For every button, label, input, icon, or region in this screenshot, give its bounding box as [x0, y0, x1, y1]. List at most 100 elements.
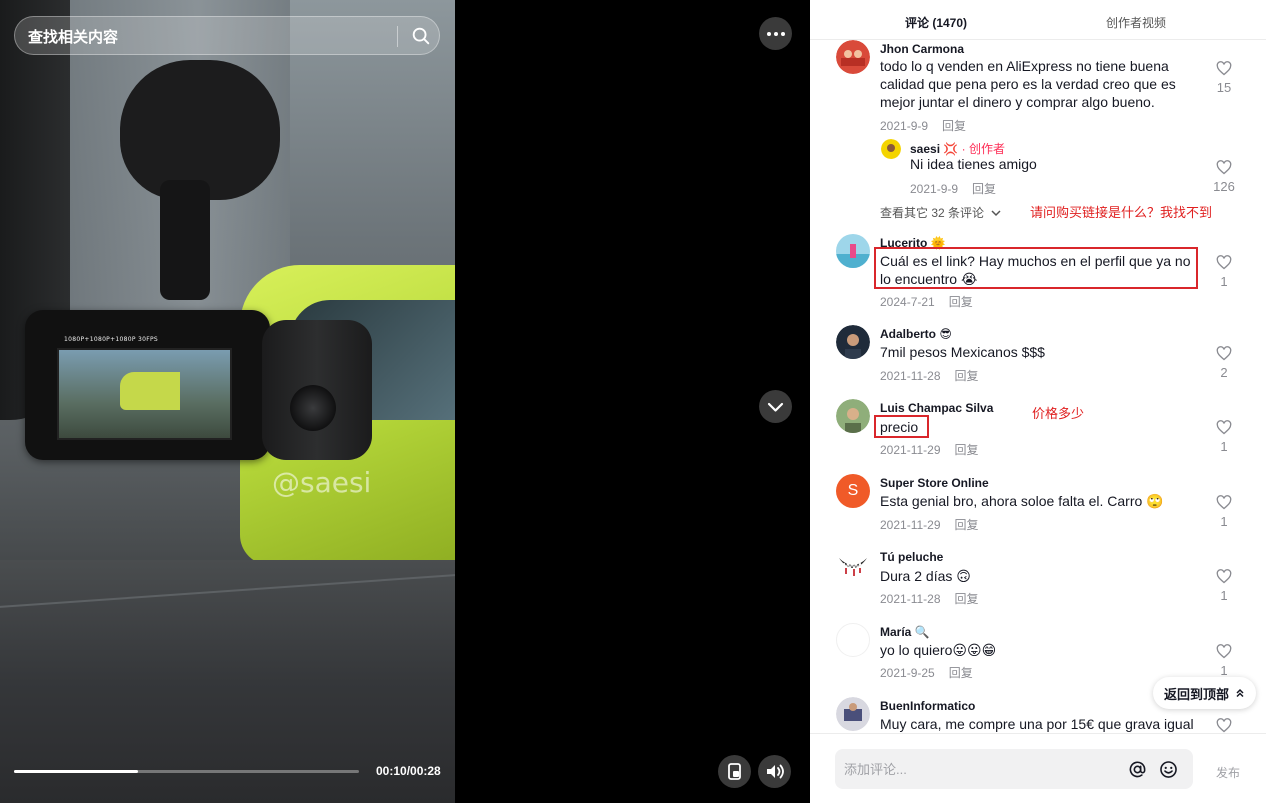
tab-comments[interactable]: 评论 (1470): [905, 14, 967, 31]
heart-icon: [1216, 644, 1232, 659]
like-button[interactable]: 1: [1209, 495, 1239, 529]
search-icon[interactable]: [410, 25, 432, 47]
comment-meta: 2021-11-28 回复: [880, 367, 979, 384]
reply-button[interactable]: 回复: [949, 666, 973, 680]
reply-button[interactable]: 回复: [955, 369, 979, 383]
reply-button[interactable]: 回复: [955, 443, 979, 457]
comment-author[interactable]: BuenInformatico: [880, 699, 975, 713]
video-suction-mount: [120, 60, 280, 200]
comment-date: 2021-9-9: [880, 119, 929, 133]
back-to-top-button[interactable]: 返回到顶部: [1153, 677, 1256, 709]
comment-author[interactable]: Adalberto 😎: [880, 327, 952, 341]
next-video-button[interactable]: [759, 390, 792, 423]
like-button[interactable]: [1209, 718, 1239, 733]
reply-author-name: saesi 💢: [910, 142, 959, 156]
like-count: 1: [1220, 514, 1228, 529]
pip-icon: [728, 763, 741, 780]
reply-button[interactable]: 回复: [972, 182, 996, 196]
highlight-box: [874, 247, 1198, 289]
heart-icon: [1216, 160, 1232, 175]
volume-button[interactable]: [758, 755, 791, 788]
double-chevron-up-icon: [1236, 688, 1244, 698]
video-player[interactable]: 1080P+1080P+1080P 30FPS @saesi 00:10/00:…: [0, 0, 455, 803]
comment-text: yo lo quiero😛😛😁: [880, 642, 997, 658]
video-watermark: @saesi: [272, 466, 372, 499]
avatar[interactable]: [836, 623, 870, 657]
comment-text: Dura 2 días 🙃: [880, 568, 971, 584]
like-count: 1: [1220, 274, 1228, 289]
avatar[interactable]: [836, 40, 870, 74]
comment-date: 2024-7-21: [880, 295, 935, 309]
avatar[interactable]: [836, 325, 870, 359]
avatar[interactable]: [836, 399, 870, 433]
creator-tag: · 创作者: [958, 142, 1005, 156]
comment-date: 2021-11-29: [880, 443, 941, 457]
comment-text: todo lo q venden en AliExpress no tiene …: [880, 58, 1176, 110]
chevron-down-icon: [991, 210, 1001, 217]
comment-meta: 2021-11-29 回复: [880, 516, 979, 533]
comment-date: 2021-11-29: [880, 518, 941, 532]
comment-author[interactable]: Super Store Online: [880, 476, 989, 490]
video-mount-arm: [160, 180, 210, 300]
avatar[interactable]: [836, 697, 870, 731]
reply-button[interactable]: 回复: [942, 119, 966, 133]
video-progress-bar[interactable]: [14, 770, 359, 773]
avatar[interactable]: [881, 139, 901, 159]
more-options-button[interactable]: [759, 17, 792, 50]
video-side-area: [455, 0, 810, 803]
comment-author[interactable]: Luis Champac Silva: [880, 401, 993, 415]
heart-icon: [1216, 420, 1232, 435]
like-count: 1: [1220, 663, 1228, 678]
like-button[interactable]: 1: [1209, 569, 1239, 603]
mention-icon[interactable]: [1128, 760, 1147, 779]
comment-author[interactable]: María 🔍: [880, 625, 930, 639]
comment-meta: 2021-11-28 回复: [880, 590, 979, 607]
reply-button[interactable]: 回复: [949, 295, 973, 309]
like-button[interactable]: 15: [1209, 61, 1239, 95]
view-more-label: 查看其它 32 条评论: [880, 206, 985, 220]
reply-date: 2021-9-9: [910, 182, 959, 196]
search-bar: [14, 16, 440, 55]
like-button[interactable]: 2: [1209, 346, 1239, 380]
video-progress-fill: [14, 770, 139, 773]
video-dashcam-screen-tram: [120, 372, 180, 410]
avatar[interactable]: S: [836, 474, 870, 508]
video-time: 00:10/00:28: [376, 764, 441, 778]
like-button[interactable]: 126: [1209, 160, 1239, 194]
tab-creator-videos[interactable]: 创作者视频: [1106, 14, 1166, 31]
comment-author[interactable]: Jhon Carmona: [880, 42, 964, 56]
like-button[interactable]: 1: [1209, 255, 1239, 289]
comment-date: 2021-9-25: [880, 666, 935, 680]
comment-text: Muy cara, me compre una por 15€ que grav…: [880, 716, 1194, 732]
reply-button[interactable]: 回复: [955, 518, 979, 532]
picture-in-picture-button[interactable]: [718, 755, 751, 788]
comment-author[interactable]: Tú peluche: [880, 550, 943, 564]
reply-text: Ni idea tienes amigo: [910, 156, 1037, 172]
avatar[interactable]: [836, 548, 870, 582]
avatar[interactable]: [836, 234, 870, 268]
comment-date: 2021-11-28: [880, 369, 941, 383]
like-button[interactable]: 1: [1209, 420, 1239, 454]
comment-meta: 2021-9-25 回复: [880, 664, 973, 681]
comment-meta: 2024-7-21 回复: [880, 293, 973, 310]
dot-icon: [773, 31, 778, 36]
chevron-down-icon: [767, 402, 784, 412]
like-count: 2: [1220, 365, 1228, 380]
emoji-icon[interactable]: [1159, 760, 1178, 779]
comment-meta: 2021-11-29 回复: [880, 441, 979, 458]
reply-button[interactable]: 回复: [955, 592, 979, 606]
comment-date: 2021-11-28: [880, 592, 941, 606]
view-more-replies[interactable]: 查看其它 32 条评论: [880, 204, 1001, 221]
annotation-link-question: 请问购买链接是什么？我找不到: [1030, 205, 1213, 220]
post-comment-button[interactable]: 发布: [1216, 764, 1240, 781]
heart-icon: [1216, 61, 1232, 76]
search-input[interactable]: [28, 26, 388, 48]
app-root: 1080P+1080P+1080P 30FPS @saesi 00:10/00:…: [0, 0, 1266, 803]
comment-meta: 2021-9-9 回复: [880, 117, 966, 134]
annotation-price-question: 价格多少: [1032, 406, 1085, 421]
search-divider: [397, 26, 398, 47]
like-button[interactable]: 1: [1209, 644, 1239, 678]
comment-composer: 发布: [810, 733, 1266, 803]
heart-icon: [1216, 718, 1232, 733]
comment-input[interactable]: [844, 759, 1114, 779]
